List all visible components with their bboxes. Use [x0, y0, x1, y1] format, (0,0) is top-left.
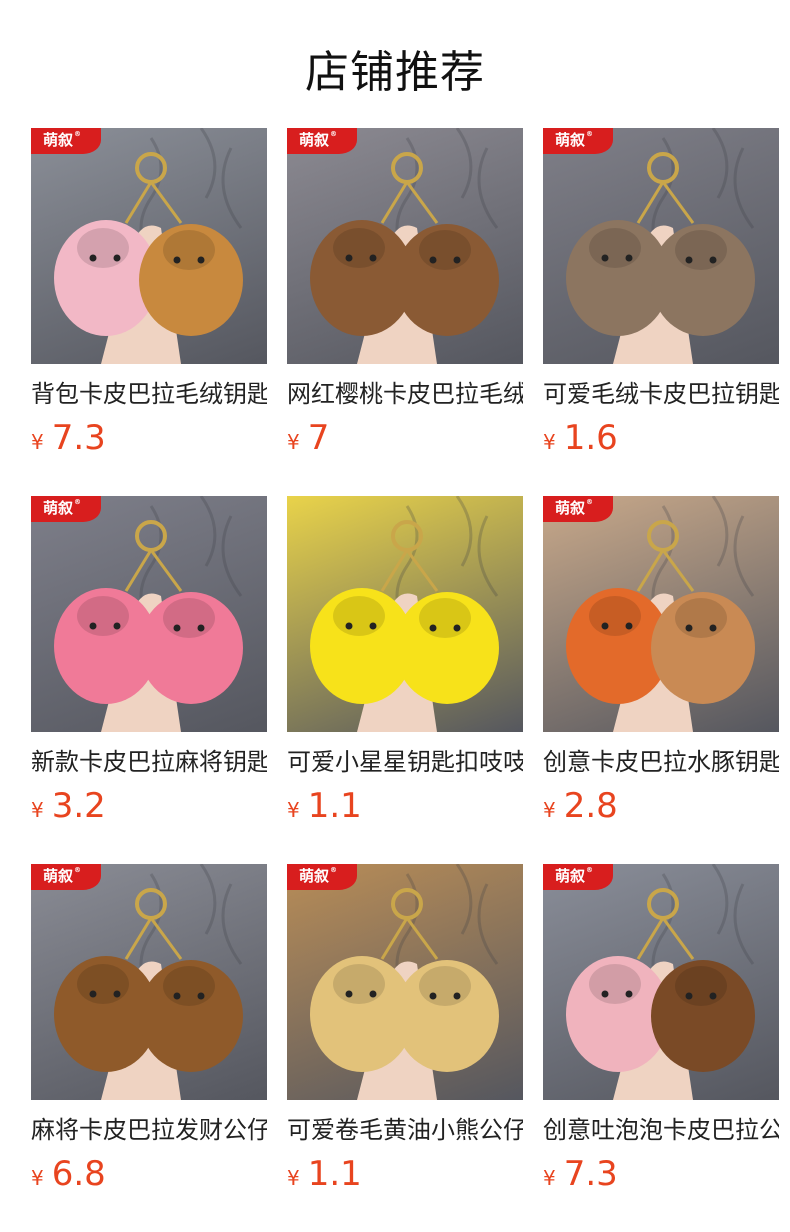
product-image[interactable]	[287, 496, 523, 732]
brand-name: 萌叙	[555, 131, 586, 149]
product-image[interactable]: 萌叙®	[31, 496, 267, 732]
product-price: ¥1.1	[287, 786, 362, 826]
product-image[interactable]: 萌叙®	[543, 496, 779, 732]
product-card[interactable]: 萌叙® 网红樱桃卡皮巴拉毛绒 ¥7	[287, 128, 523, 496]
price-value: 7.3	[563, 1154, 618, 1194]
brand-badge: 萌叙®	[287, 128, 357, 154]
product-card[interactable]: 可爱小星星钥匙扣吱吱 ¥1.1	[287, 496, 523, 864]
bubble-capybara-pig-icon	[566, 864, 755, 1100]
brand-name: 萌叙	[43, 499, 74, 517]
product-price: ¥2.8	[543, 786, 618, 826]
brand-badge: 萌叙®	[31, 496, 101, 522]
currency-symbol: ¥	[543, 430, 556, 454]
product-image[interactable]: 萌叙®	[287, 128, 523, 364]
product-image[interactable]: 萌叙®	[31, 864, 267, 1100]
pink-capybara-mahjong-icon	[54, 496, 243, 732]
product-name[interactable]: 可爱卷毛黄油小熊公仔	[287, 1114, 523, 1146]
registered-mark: ®	[586, 498, 594, 506]
currency-symbol: ¥	[31, 1166, 44, 1190]
currency-symbol: ¥	[287, 798, 300, 822]
product-image[interactable]: 萌叙®	[543, 128, 779, 364]
brand-badge: 萌叙®	[543, 496, 613, 522]
price-value: 7	[307, 418, 330, 458]
product-price: ¥6.8	[31, 1154, 106, 1194]
brand-name: 萌叙	[299, 867, 330, 885]
product-price: ¥7.3	[31, 418, 106, 458]
currency-symbol: ¥	[31, 430, 44, 454]
currency-symbol: ¥	[287, 1166, 300, 1190]
product-card[interactable]: 萌叙® 背包卡皮巴拉毛绒钥匙扣 ¥7.3	[31, 128, 267, 496]
registered-mark: ®	[74, 498, 82, 506]
curly-butter-bear-icon	[310, 864, 499, 1100]
product-name[interactable]: 创意吐泡泡卡皮巴拉公仔	[543, 1114, 779, 1146]
registered-mark: ®	[586, 866, 594, 874]
currency-symbol: ¥	[31, 798, 44, 822]
recommendation-page: 店铺推荐 萌叙® 背包卡皮巴拉毛绒钥匙扣 ¥7.3 萌叙® 网红樱桃卡皮巴拉毛绒…	[0, 0, 790, 1232]
product-name[interactable]: 网红樱桃卡皮巴拉毛绒	[287, 378, 523, 410]
registered-mark: ®	[330, 130, 338, 138]
brand-badge: 萌叙®	[31, 864, 101, 890]
product-price: ¥3.2	[31, 786, 106, 826]
product-price: ¥1.6	[543, 418, 618, 458]
brand-badge: 萌叙®	[543, 128, 613, 154]
brand-badge: 萌叙®	[31, 128, 101, 154]
price-value: 6.8	[51, 1154, 106, 1194]
plush-capybara-pair-icon	[54, 128, 243, 364]
product-image[interactable]: 萌叙®	[31, 128, 267, 364]
brand-name: 萌叙	[43, 867, 74, 885]
product-card[interactable]: 萌叙® 新款卡皮巴拉麻将钥匙 ¥3.2	[31, 496, 267, 864]
product-price: ¥7.3	[543, 1154, 618, 1194]
product-name[interactable]: 背包卡皮巴拉毛绒钥匙扣	[31, 378, 267, 410]
brand-name: 萌叙	[299, 131, 330, 149]
capybara-strap-keychain-icon	[566, 496, 755, 732]
currency-symbol: ¥	[543, 1166, 556, 1190]
product-card[interactable]: 萌叙® 麻将卡皮巴拉发财公仔 ¥6.8	[31, 864, 267, 1232]
product-name[interactable]: 麻将卡皮巴拉发财公仔	[31, 1114, 267, 1146]
price-value: 3.2	[51, 786, 106, 826]
product-price: ¥1.1	[287, 1154, 362, 1194]
price-value: 7.3	[51, 418, 106, 458]
product-card[interactable]: 萌叙® 可爱卷毛黄油小熊公仔 ¥1.1	[287, 864, 523, 1232]
product-name[interactable]: 可爱毛绒卡皮巴拉钥匙	[543, 378, 779, 410]
product-name[interactable]: 可爱小星星钥匙扣吱吱	[287, 746, 523, 778]
brand-badge: 萌叙®	[287, 864, 357, 890]
brand-name: 萌叙	[555, 867, 586, 885]
section-title: 店铺推荐	[305, 47, 485, 98]
product-image[interactable]: 萌叙®	[287, 864, 523, 1100]
product-card[interactable]: 萌叙® 创意卡皮巴拉水豚钥匙 ¥2.8	[543, 496, 779, 864]
plush-capybara-cherry-icon	[310, 128, 499, 364]
product-card[interactable]: 萌叙® 可爱毛绒卡皮巴拉钥匙 ¥1.6	[543, 128, 779, 496]
plush-capybara-mahjong-icon	[54, 864, 243, 1100]
product-price: ¥7	[287, 418, 329, 458]
price-value: 2.8	[563, 786, 618, 826]
registered-mark: ®	[330, 866, 338, 874]
brand-name: 萌叙	[43, 131, 74, 149]
product-card[interactable]: 萌叙® 创意吐泡泡卡皮巴拉公仔 ¥7.3	[543, 864, 779, 1232]
registered-mark: ®	[74, 130, 82, 138]
registered-mark: ®	[586, 130, 594, 138]
product-grid: 萌叙® 背包卡皮巴拉毛绒钥匙扣 ¥7.3 萌叙® 网红樱桃卡皮巴拉毛绒 ¥7 萌…	[31, 128, 779, 1232]
currency-symbol: ¥	[543, 798, 556, 822]
product-name[interactable]: 新款卡皮巴拉麻将钥匙	[31, 746, 267, 778]
registered-mark: ®	[74, 866, 82, 874]
plush-capybara-fuzzy-icon	[566, 128, 755, 364]
yellow-star-squishy-icon	[310, 496, 499, 732]
price-value: 1.6	[563, 418, 618, 458]
price-value: 1.1	[307, 786, 362, 826]
currency-symbol: ¥	[287, 430, 300, 454]
price-value: 1.1	[307, 1154, 362, 1194]
product-name[interactable]: 创意卡皮巴拉水豚钥匙	[543, 746, 779, 778]
brand-name: 萌叙	[555, 499, 586, 517]
brand-badge: 萌叙®	[543, 864, 613, 890]
product-image[interactable]: 萌叙®	[543, 864, 779, 1100]
